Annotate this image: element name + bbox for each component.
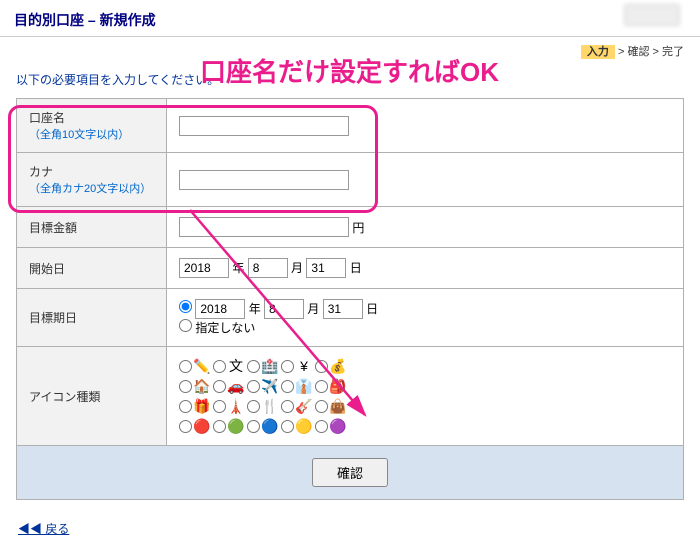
form-table: 口座名 （全角10文字以内） カナ （全角カナ20文字以内） 目標金額 円 開始… xyxy=(16,98,684,446)
icon-glyph: 文 xyxy=(227,357,245,375)
icon-glyph: 🟣 xyxy=(329,417,347,435)
icon-radio[interactable] xyxy=(213,360,226,373)
kana-input[interactable] xyxy=(179,170,349,190)
confirm-row: 確認 xyxy=(16,446,684,500)
back-link[interactable]: ◀◀ 戻る xyxy=(0,510,700,547)
icon-radio[interactable] xyxy=(213,420,226,433)
icon-radio[interactable] xyxy=(213,400,226,413)
kana-label: カナ （全角カナ20文字以内） xyxy=(17,153,167,207)
icon-radio[interactable] xyxy=(281,360,294,373)
page-title: 目的別口座 – 新規作成 xyxy=(0,0,700,37)
target-deadline-label: 目標期日 xyxy=(17,289,167,347)
icon-radio[interactable] xyxy=(179,360,192,373)
target-date-radio[interactable] xyxy=(179,300,192,313)
target-day-input[interactable] xyxy=(323,299,363,319)
icon-radio[interactable] xyxy=(247,420,260,433)
start-year-input[interactable] xyxy=(179,258,229,278)
icon-radio[interactable] xyxy=(315,420,328,433)
callout-text: 口座名だけ設定すればOK xyxy=(200,52,499,89)
icon-glyph: 👔 xyxy=(295,377,313,395)
icon-radio[interactable] xyxy=(213,380,226,393)
step-confirm: 確認 xyxy=(627,46,649,58)
icon-radio[interactable] xyxy=(247,400,260,413)
icon-glyph: 🟡 xyxy=(295,417,313,435)
icon-glyph: 🏠 xyxy=(193,377,211,395)
yen-unit: 円 xyxy=(352,219,364,236)
icon-radio[interactable] xyxy=(281,400,294,413)
icon-glyph: 🎒 xyxy=(329,377,347,395)
icon-glyph: 🗼 xyxy=(227,397,245,415)
icon-grid: ✏️ 文 🏥 ¥ 💰 🏠 🚗 ✈️ 👔 🎒 🎁 🗼 🍴 🎸 👜 🔴 🟢 🔵 🟡 🟣 xyxy=(179,357,671,435)
icon-glyph: 🎁 xyxy=(193,397,211,415)
start-month-input[interactable] xyxy=(248,258,288,278)
icon-radio[interactable] xyxy=(179,380,192,393)
target-month-input[interactable] xyxy=(264,299,304,319)
icon-glyph: 🟢 xyxy=(227,417,245,435)
step-done: 完了 xyxy=(662,46,684,58)
icon-radio[interactable] xyxy=(247,380,260,393)
icon-glyph: ¥ xyxy=(295,357,313,375)
icon-radio[interactable] xyxy=(315,400,328,413)
icon-radio[interactable] xyxy=(315,380,328,393)
not-specify-radio[interactable] xyxy=(179,319,192,332)
icon-glyph: 🍴 xyxy=(261,397,279,415)
start-date-label: 開始日 xyxy=(17,248,167,289)
icon-glyph: 💰 xyxy=(329,357,347,375)
icon-glyph: 🏥 xyxy=(261,357,279,375)
icon-radio[interactable] xyxy=(281,380,294,393)
icon-glyph: 👜 xyxy=(329,397,347,415)
confirm-button[interactable]: 確認 xyxy=(312,458,388,487)
icon-radio[interactable] xyxy=(179,420,192,433)
icon-radio[interactable] xyxy=(247,360,260,373)
account-name-input[interactable] xyxy=(179,116,349,136)
icon-glyph: 🔴 xyxy=(193,417,211,435)
icon-glyph: 🚗 xyxy=(227,377,245,395)
start-day-input[interactable] xyxy=(306,258,346,278)
icon-glyph: 🔵 xyxy=(261,417,279,435)
icon-radio[interactable] xyxy=(281,420,294,433)
icon-type-label: アイコン種類 xyxy=(17,347,167,446)
help-button-blurred xyxy=(624,4,680,26)
icon-radio[interactable] xyxy=(315,360,328,373)
icon-glyph: 🎸 xyxy=(295,397,313,415)
account-name-label: 口座名 （全角10文字以内） xyxy=(17,99,167,153)
icon-radio[interactable] xyxy=(179,400,192,413)
not-specify-label: 指定しない xyxy=(195,321,255,335)
target-amount-input[interactable] xyxy=(179,217,349,237)
icon-glyph: ✈️ xyxy=(261,377,279,395)
icon-glyph: ✏️ xyxy=(193,357,211,375)
target-amount-label: 目標金額 xyxy=(17,207,167,248)
target-year-input[interactable] xyxy=(195,299,245,319)
step-input: 入力 xyxy=(581,45,615,59)
